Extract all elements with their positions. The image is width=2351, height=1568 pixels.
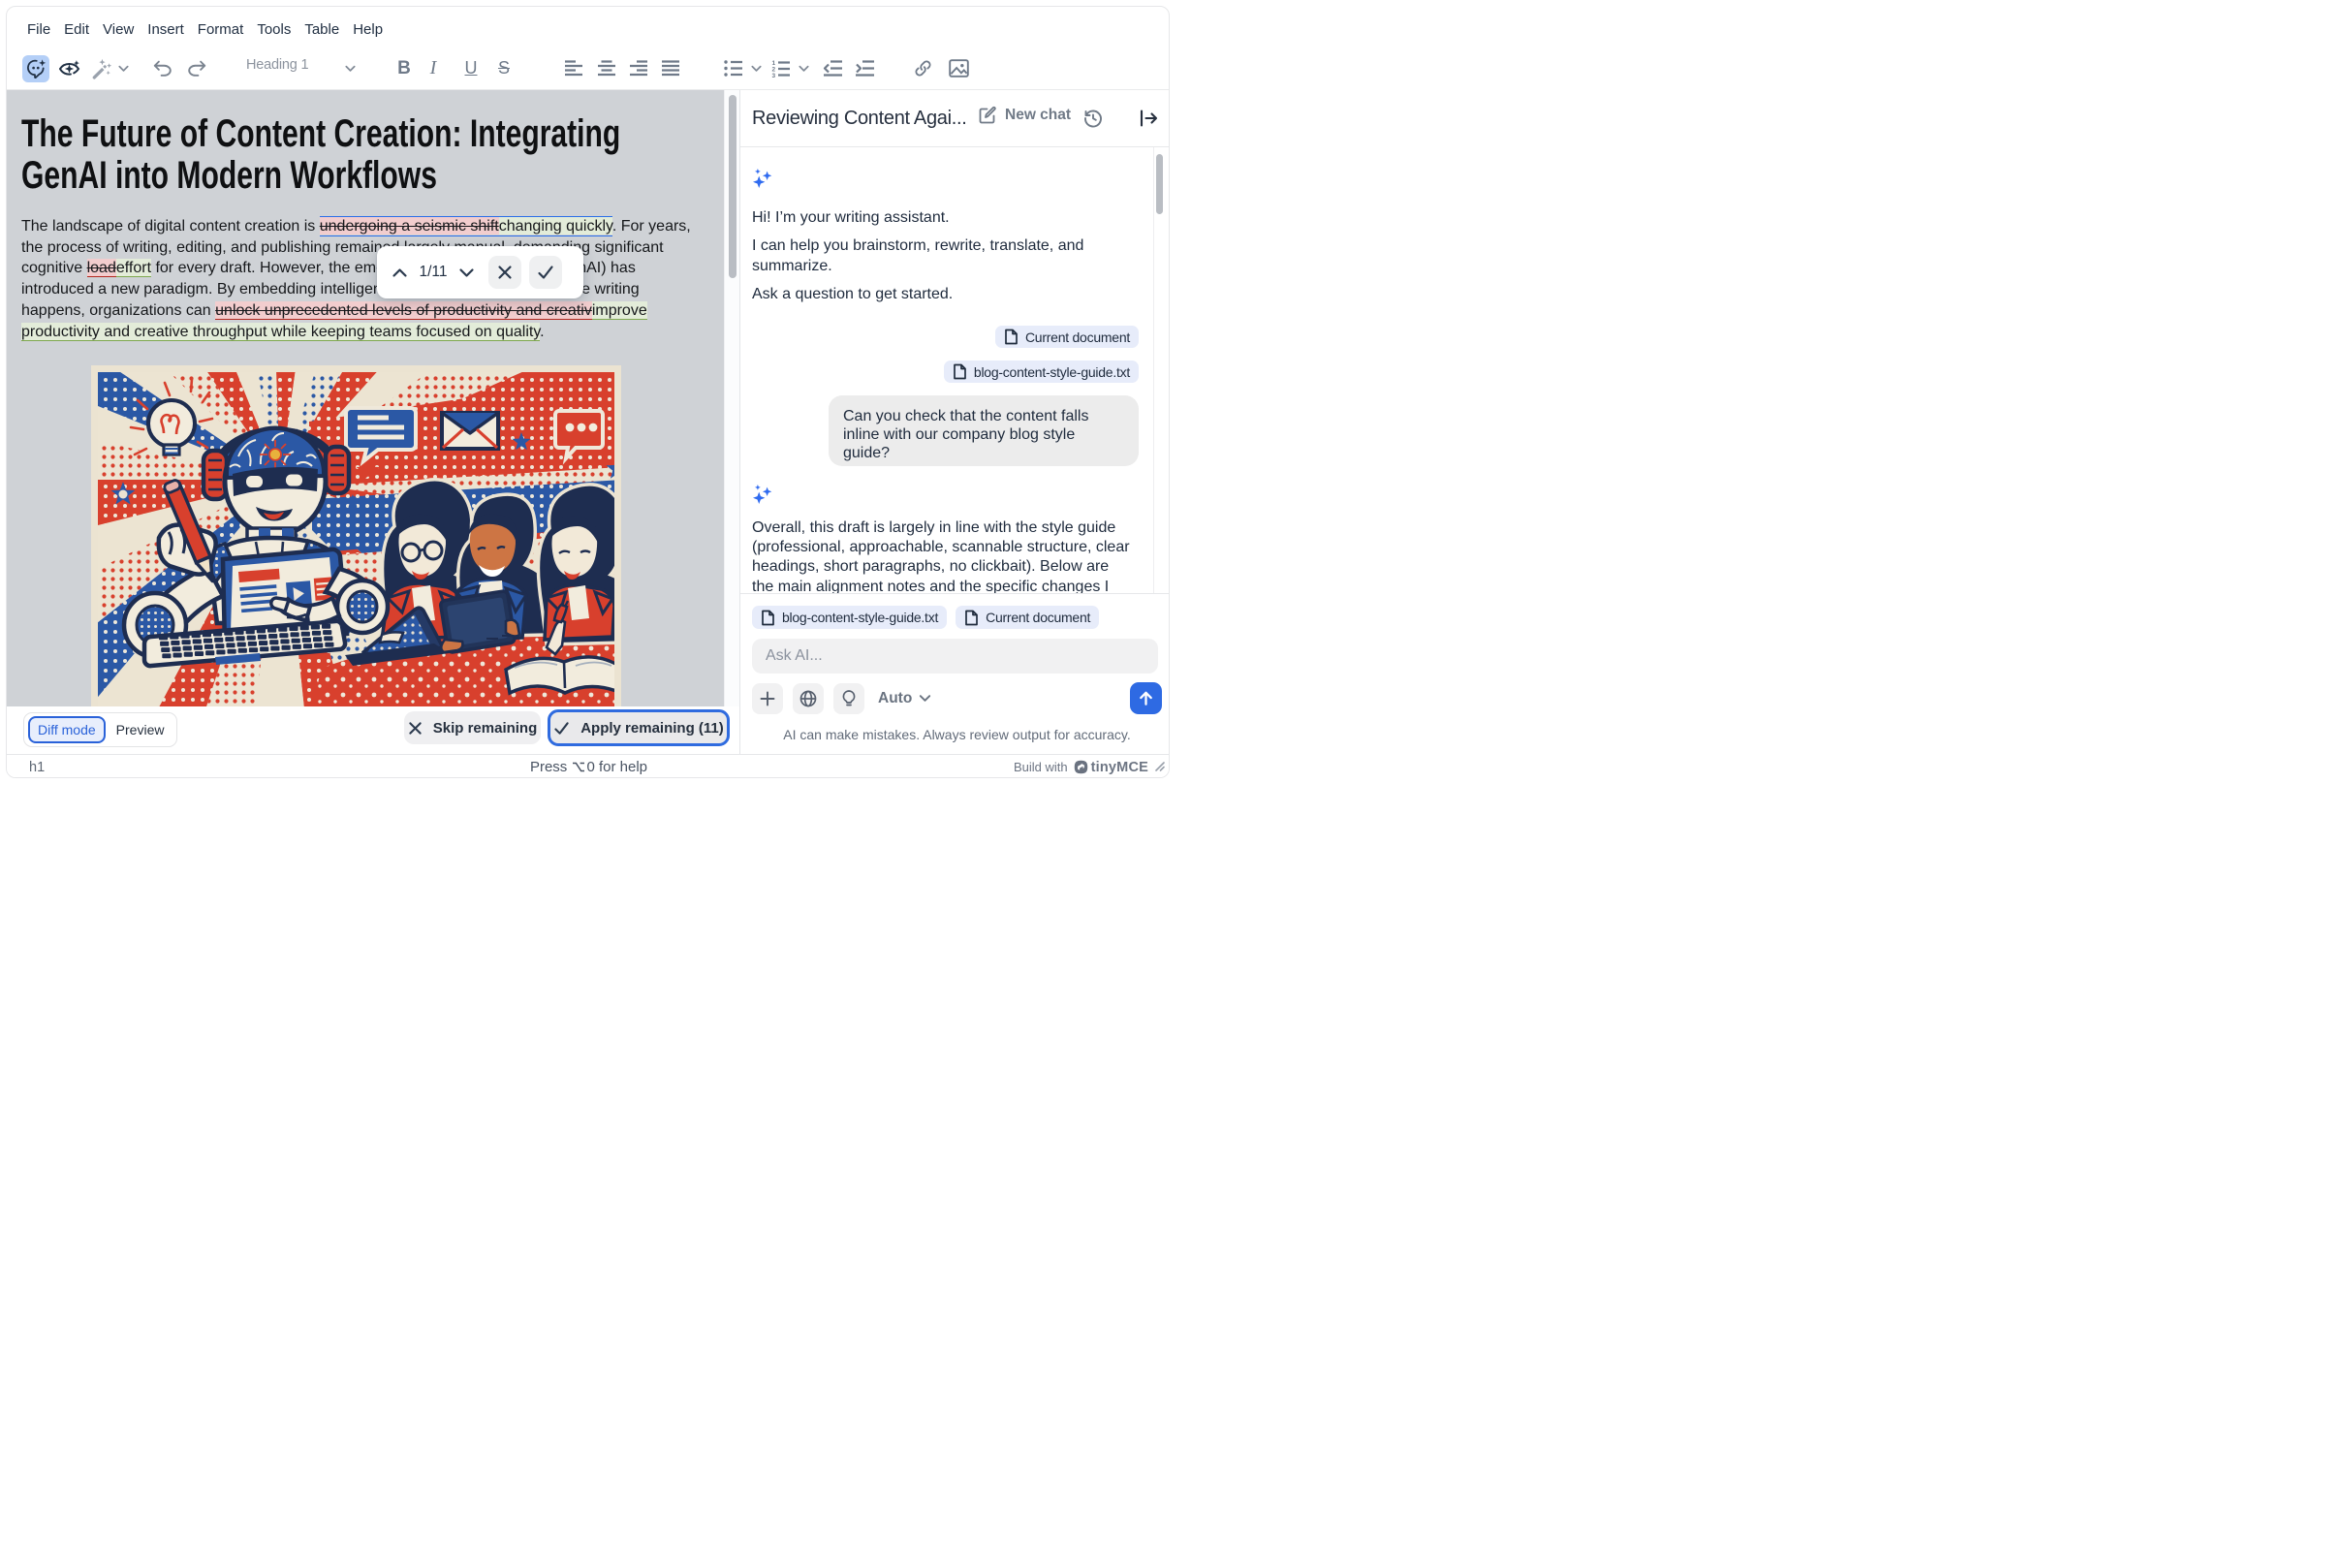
- svg-text:3: 3: [772, 72, 776, 77]
